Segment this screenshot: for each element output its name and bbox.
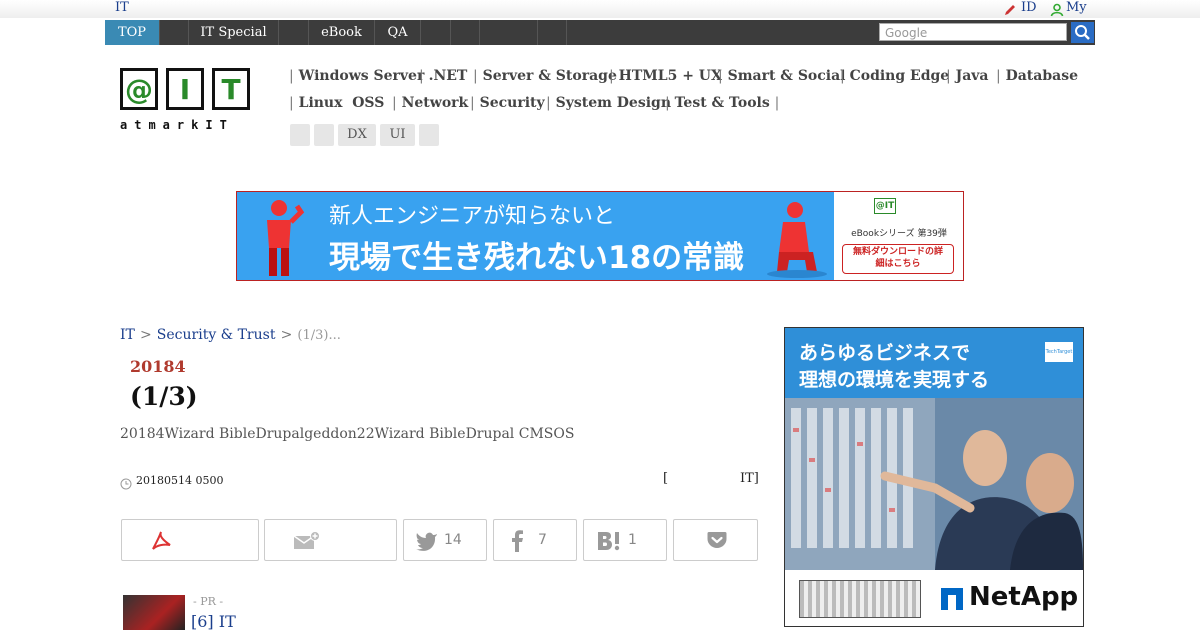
id-link[interactable]: ID <box>1021 0 1037 15</box>
breadcrumb-current: (1/3)... <box>297 328 341 343</box>
tag-ui[interactable]: UI <box>380 124 415 146</box>
pdf-button[interactable] <box>121 519 259 561</box>
banner-series: eBookシリーズ 第39弾 <box>851 229 947 239</box>
article-summary: 20184Wizard BibleDrupalgeddon22Wizard Bi… <box>120 426 575 442</box>
nav-ebook[interactable]: eBook <box>309 20 375 45</box>
logo-subtext: atmarkIT <box>120 118 234 132</box>
nav-item-9[interactable] <box>480 20 538 45</box>
banner-line2: 現場で生き残れない18の常識 <box>329 240 745 276</box>
top-utility-bar: IT ID My <box>0 0 1200 18</box>
nav-item-10[interactable] <box>538 20 567 45</box>
tag-5[interactable] <box>419 124 439 146</box>
nav-item-4[interactable] <box>279 20 309 45</box>
cat-linux-oss[interactable]: Linux OSS <box>299 95 385 111</box>
search-input[interactable]: Google <box>879 23 1067 41</box>
breadcrumb-section[interactable]: Security & Trust <box>157 327 276 343</box>
breadcrumb-sep-1: > <box>139 327 152 343</box>
nav-it-special[interactable]: IT Special <box>189 20 279 45</box>
site-logo[interactable]: @ I T atmarkIT <box>120 68 250 132</box>
facebook-count: 7 <box>538 532 547 548</box>
storage-hardware-image <box>799 580 921 618</box>
facebook-share-button[interactable]: 7 <box>493 519 577 561</box>
logo-char-t: T <box>212 68 250 110</box>
cat-security[interactable]: Security <box>480 95 545 111</box>
mail-add-icon <box>293 531 320 549</box>
user-icon <box>1050 2 1064 21</box>
search-icon <box>1075 25 1090 40</box>
mail-share-button[interactable] <box>264 519 397 561</box>
twitter-share-button[interactable]: 14 <box>403 519 487 561</box>
tag-1[interactable] <box>290 124 310 146</box>
my-link[interactable]: My <box>1066 0 1087 15</box>
pocket-icon <box>707 532 727 548</box>
author-open: [ <box>663 471 669 486</box>
cat-database[interactable]: Database <box>1006 68 1078 84</box>
pr-thumbnail[interactable] <box>123 595 185 630</box>
nav-item-2[interactable] <box>160 20 189 45</box>
series-title: 20184 <box>130 357 186 376</box>
pencil-icon <box>1003 2 1017 21</box>
tag-2[interactable] <box>314 124 334 146</box>
twitter-icon <box>416 532 437 551</box>
nav-item-8[interactable] <box>451 20 480 45</box>
side-ad-line2: 理想の環境を実現する <box>799 369 990 391</box>
side-ad[interactable]: あらゆるビジネスで 理想の環境を実現する TechTarget NetApp <box>784 327 1084 627</box>
cat-test-tools[interactable]: Test & Tools <box>675 95 770 111</box>
side-ad-brand: NetApp <box>969 582 1079 612</box>
hatena-share-button[interactable]: 1 <box>583 519 667 561</box>
cat-network[interactable]: Network <box>402 95 469 111</box>
hatena-icon <box>598 532 620 551</box>
banner-side-panel: @IT eBookシリーズ 第39弾 無料ダウンロードの詳細はこちら <box>834 192 963 280</box>
nav-qa[interactable]: QA <box>375 20 421 45</box>
cat-html5-ux[interactable]: HTML5 + UX <box>619 68 722 84</box>
engineer-figure-icon <box>267 200 305 276</box>
pdf-icon <box>152 531 171 550</box>
author-credit[interactable]: IT] <box>740 471 759 486</box>
facebook-icon <box>512 530 523 552</box>
publish-date: 20180514 0500 <box>136 474 224 487</box>
sitting-figure-icon <box>767 202 827 278</box>
side-ad-photo <box>785 398 1083 570</box>
side-ad-badge: TechTarget <box>1045 342 1073 362</box>
nav-top[interactable]: TOP <box>105 20 160 45</box>
search-button[interactable] <box>1071 22 1094 43</box>
breadcrumb-home[interactable]: IT <box>120 327 135 343</box>
breadcrumb: IT > Security & Trust > (1/3)... <box>120 324 341 343</box>
cat-dotnet[interactable]: .NET <box>429 68 468 84</box>
pr-link[interactable]: [6] IT <box>191 612 236 631</box>
cat-windows-server[interactable]: Windows Server <box>299 68 425 84</box>
cat-system-design[interactable]: System Design <box>556 95 671 111</box>
cat-java[interactable]: Java <box>956 68 989 84</box>
nav-item-7[interactable] <box>421 20 451 45</box>
home-link[interactable]: IT <box>115 0 129 15</box>
banner-ad[interactable]: 新人エンジニアが知らないと 現場で生き残れない18の常識 @IT eBookシリ… <box>236 191 964 281</box>
netapp-logo-icon <box>941 588 963 614</box>
tag-dx[interactable]: DX <box>338 124 376 146</box>
cat-server-storage[interactable]: Server & Storage <box>483 68 617 84</box>
breadcrumb-sep-2: > <box>280 327 293 343</box>
logo-char-at: @ <box>120 68 158 110</box>
banner-logo: @IT <box>874 198 896 214</box>
page-title: (1/3) <box>130 382 198 411</box>
logo-char-i: I <box>166 68 204 110</box>
cat-coding-edge[interactable]: Coding Edge <box>850 68 950 84</box>
side-ad-line1: あらゆるビジネスで <box>799 342 971 364</box>
main-nav: TOP IT Special eBook QA Google <box>105 20 1095 45</box>
pr-label: - PR - <box>193 595 224 608</box>
clock-icon <box>120 475 132 494</box>
cat-smart-social[interactable]: Smart & Social <box>728 68 846 84</box>
banner-line1: 新人エンジニアが知らないと <box>329 204 616 229</box>
hatena-count: 1 <box>628 532 637 548</box>
twitter-count: 14 <box>444 532 462 548</box>
banner-cta-button[interactable]: 無料ダウンロードの詳細はこちら <box>842 244 954 274</box>
pocket-button[interactable] <box>673 519 758 561</box>
